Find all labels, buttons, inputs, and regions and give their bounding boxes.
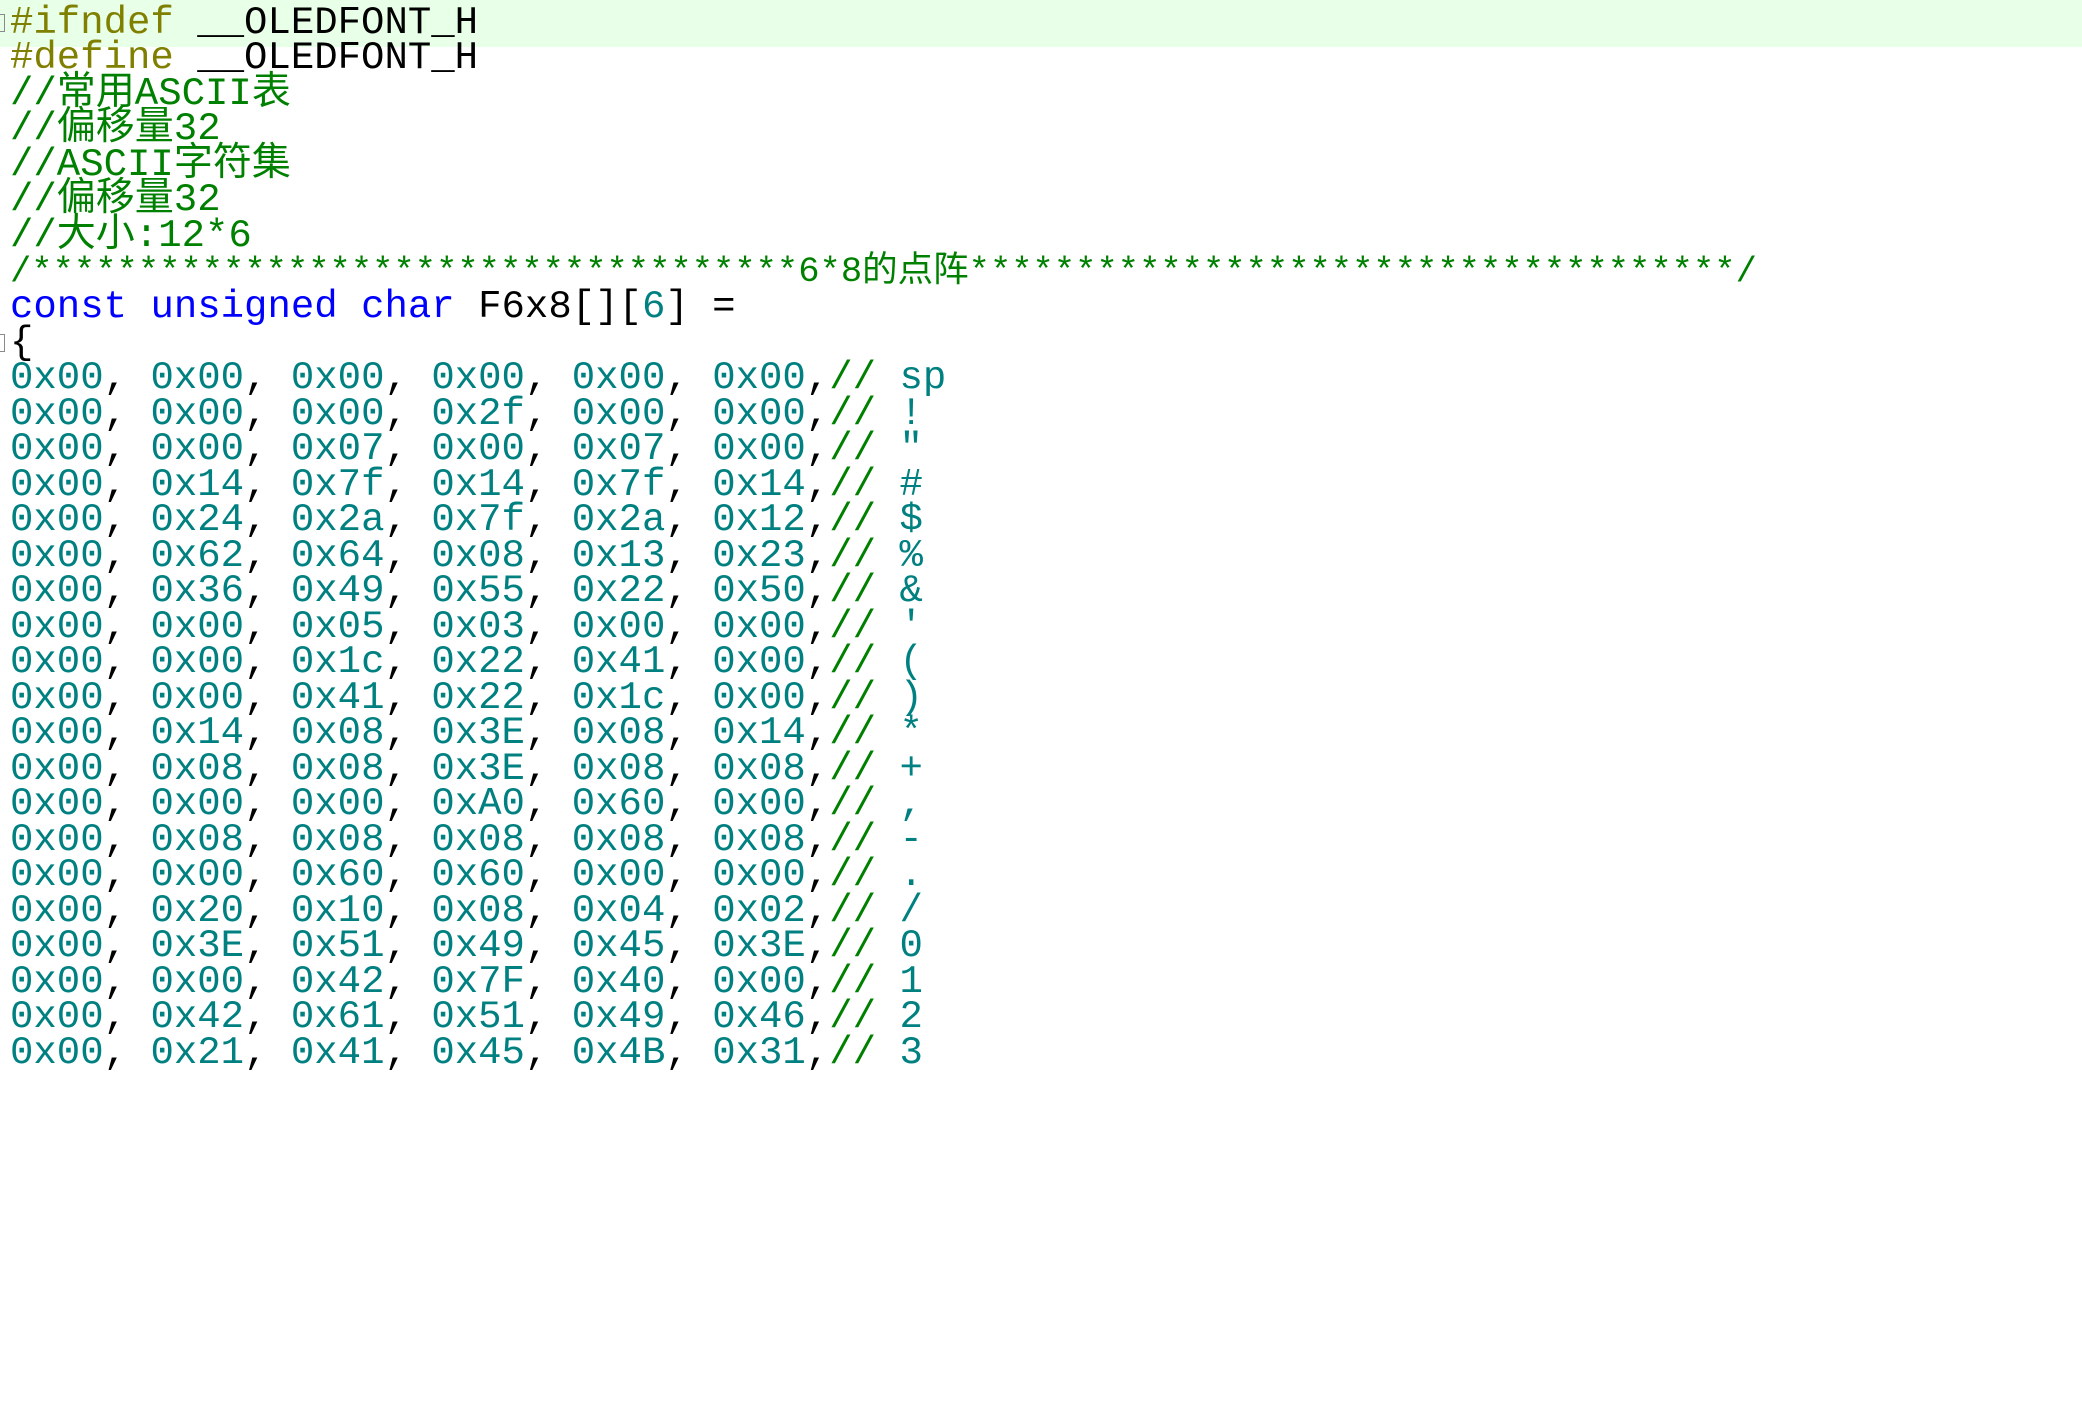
hex-byte: 0x45 [431, 1030, 525, 1075]
code-editor[interactable]: #ifndef __OLEDFONT_H #define __OLEDFONT_… [0, 0, 2082, 1410]
fold-marker-icon[interactable] [0, 14, 5, 32]
hex-byte: 0x4B [571, 1030, 666, 1075]
hex-byte: 0x41 [290, 1030, 385, 1075]
row-char-label: 3 [899, 1030, 923, 1075]
hex-byte: 0x21 [150, 1030, 245, 1075]
row-comment-marker: // [829, 1030, 900, 1075]
hex-byte: 0x31 [712, 1030, 806, 1075]
fold-marker-icon[interactable] [0, 334, 5, 352]
hex-byte: 0x00 [10, 1030, 104, 1075]
font-table-row[interactable]: 0x00, 0x21, 0x41, 0x45, 0x4B, 0x31,// 3 [0, 1030, 2082, 1077]
